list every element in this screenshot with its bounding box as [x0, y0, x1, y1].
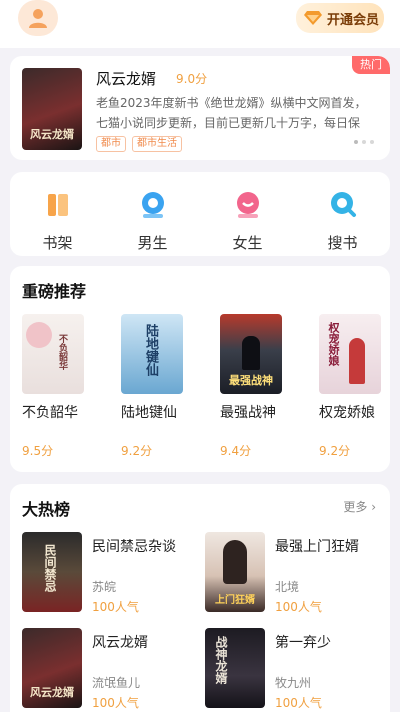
hot-list-item[interactable]: 上门狂婿 最强上门狂婿 北境 100人气: [205, 532, 385, 614]
hot-list-item[interactable]: 战神龙婿 第一弃少 牧九州 100人气: [205, 628, 385, 710]
book-author: 牧九州: [275, 676, 312, 690]
book-popularity: 100人气: [275, 600, 322, 614]
category-nav: 书架 男生 女生 搜书: [10, 172, 390, 256]
book-cover[interactable]: 权宠娇娘: [319, 314, 381, 394]
book-popularity: 100人气: [275, 696, 322, 710]
book-cover[interactable]: 民间禁忌: [22, 532, 82, 612]
book-popularity: 100人气: [92, 600, 139, 614]
book-cover[interactable]: 风云龙婿: [22, 628, 82, 708]
book-title: 民间禁忌杂谈: [92, 539, 176, 555]
book-author: 北境: [275, 580, 300, 594]
female-icon: [236, 192, 259, 218]
book-cover-text: 风云龙婿: [30, 686, 74, 699]
book-cover-text: 陆地键仙: [143, 324, 158, 376]
recommend-section: 重磅推荐 不负韶华 不负韶华 9.5分 陆地键仙 陆地键仙 9.2分 最强战神 …: [10, 266, 390, 472]
category-female[interactable]: 女生: [213, 190, 283, 256]
book-cover-text: 战神龙婿: [214, 636, 228, 684]
recommend-title: 重磅推荐: [22, 282, 87, 301]
avatar[interactable]: [18, 0, 58, 36]
carousel-dot[interactable]: [354, 140, 358, 144]
book-title: 权宠娇娘: [319, 405, 375, 421]
more-link[interactable]: 更多 ›: [343, 498, 376, 515]
tag-item[interactable]: 都市: [96, 136, 126, 152]
featured-book-score: 9.0分: [176, 72, 208, 86]
book-title: 最强上门狂婿: [275, 539, 359, 555]
hot-list-section: 大热榜 更多 › 民间禁忌 民间禁忌杂谈 苏皖 100人气 上门狂婿 最强上门狂…: [10, 484, 390, 712]
book-cover[interactable]: 最强战神: [220, 314, 282, 394]
featured-book-cover[interactable]: 风云龙婿: [22, 68, 82, 150]
recommend-list: 不负韶华 不负韶华 9.5分 陆地键仙 陆地键仙 9.2分 最强战神 最强战神 …: [22, 314, 383, 459]
book-cover-text: 上门狂婿: [215, 595, 255, 606]
category-bookshelf[interactable]: 书架: [23, 190, 93, 256]
vip-button[interactable]: 开通会员: [296, 3, 384, 33]
book-score: 9.2分: [121, 444, 153, 458]
search-book-icon: [330, 192, 356, 217]
featured-cover-text: 风云龙婿: [30, 128, 74, 141]
book-title: 陆地键仙: [121, 405, 177, 421]
category-label: 书架: [42, 234, 73, 252]
book-title: 风云龙婿: [92, 635, 148, 651]
category-label: 男生: [137, 234, 168, 252]
vip-label: 开通会员: [327, 12, 380, 28]
diamond-icon: [304, 11, 322, 25]
user-icon: [29, 9, 47, 28]
book-score: 9.5分: [22, 444, 54, 458]
category-label: 女生: [232, 234, 263, 252]
book-title: 最强战神: [220, 405, 276, 421]
featured-book-card[interactable]: 热门 风云龙婿 风云龙婿 9.0分 老鱼2023年度新书《绝世龙婿》纵横中文网首…: [10, 56, 390, 160]
carousel-dot[interactable]: [362, 140, 366, 144]
bookshelf-icon: [47, 194, 68, 216]
hot-list-item[interactable]: 风云龙婿 风云龙婿 流氓鱼儿 100人气: [22, 628, 202, 710]
book-cover[interactable]: 不负韶华: [22, 314, 84, 394]
book-score: 9.2分: [319, 444, 351, 458]
featured-book-title: 风云龙婿: [96, 70, 157, 88]
recommend-book[interactable]: 最强战神 最强战神 9.4分: [220, 314, 284, 459]
male-icon: [141, 192, 164, 218]
book-title: 第一弃少: [275, 635, 331, 651]
book-cover-text: 权宠娇娘: [327, 322, 340, 366]
book-author: 流氓鱼儿: [92, 676, 141, 690]
book-cover-text: 民间禁忌: [43, 544, 57, 592]
book-cover[interactable]: 陆地键仙: [121, 314, 183, 394]
recommend-book[interactable]: 陆地键仙 陆地键仙 9.2分: [121, 314, 185, 459]
category-search[interactable]: 搜书: [308, 190, 378, 256]
book-cover[interactable]: 战神龙婿: [205, 628, 265, 708]
book-cover-text: 不负韶华: [57, 334, 67, 370]
top-bar: 开通会员: [0, 0, 400, 48]
recommend-book[interactable]: 不负韶华 不负韶华 9.5分: [22, 314, 86, 459]
tag-item[interactable]: 都市生活: [132, 136, 182, 152]
recommend-book[interactable]: 权宠娇娘 权宠娇娘 9.2分: [319, 314, 383, 459]
category-label: 搜书: [327, 234, 358, 252]
carousel-dot[interactable]: [370, 140, 374, 144]
carousel-dots: [354, 140, 374, 144]
hot-list-title: 大热榜: [22, 500, 71, 519]
book-cover-text: 最强战神: [229, 374, 273, 387]
hot-list-item[interactable]: 民间禁忌 民间禁忌杂谈 苏皖 100人气: [22, 532, 202, 614]
book-popularity: 100人气: [92, 696, 139, 710]
book-cover[interactable]: 上门狂婿: [205, 532, 265, 612]
featured-book-description: 老鱼2023年度新书《绝世龙婿》纵横中文网首发，七猫小说同步更新，目前已更新几十…: [96, 96, 367, 130]
book-title: 不负韶华: [22, 405, 78, 421]
hot-badge: 热门: [352, 56, 390, 74]
featured-book-tags: 都市 都市生活: [96, 136, 182, 152]
book-author: 苏皖: [92, 580, 117, 594]
category-male[interactable]: 男生: [118, 190, 188, 256]
book-score: 9.4分: [220, 444, 252, 458]
